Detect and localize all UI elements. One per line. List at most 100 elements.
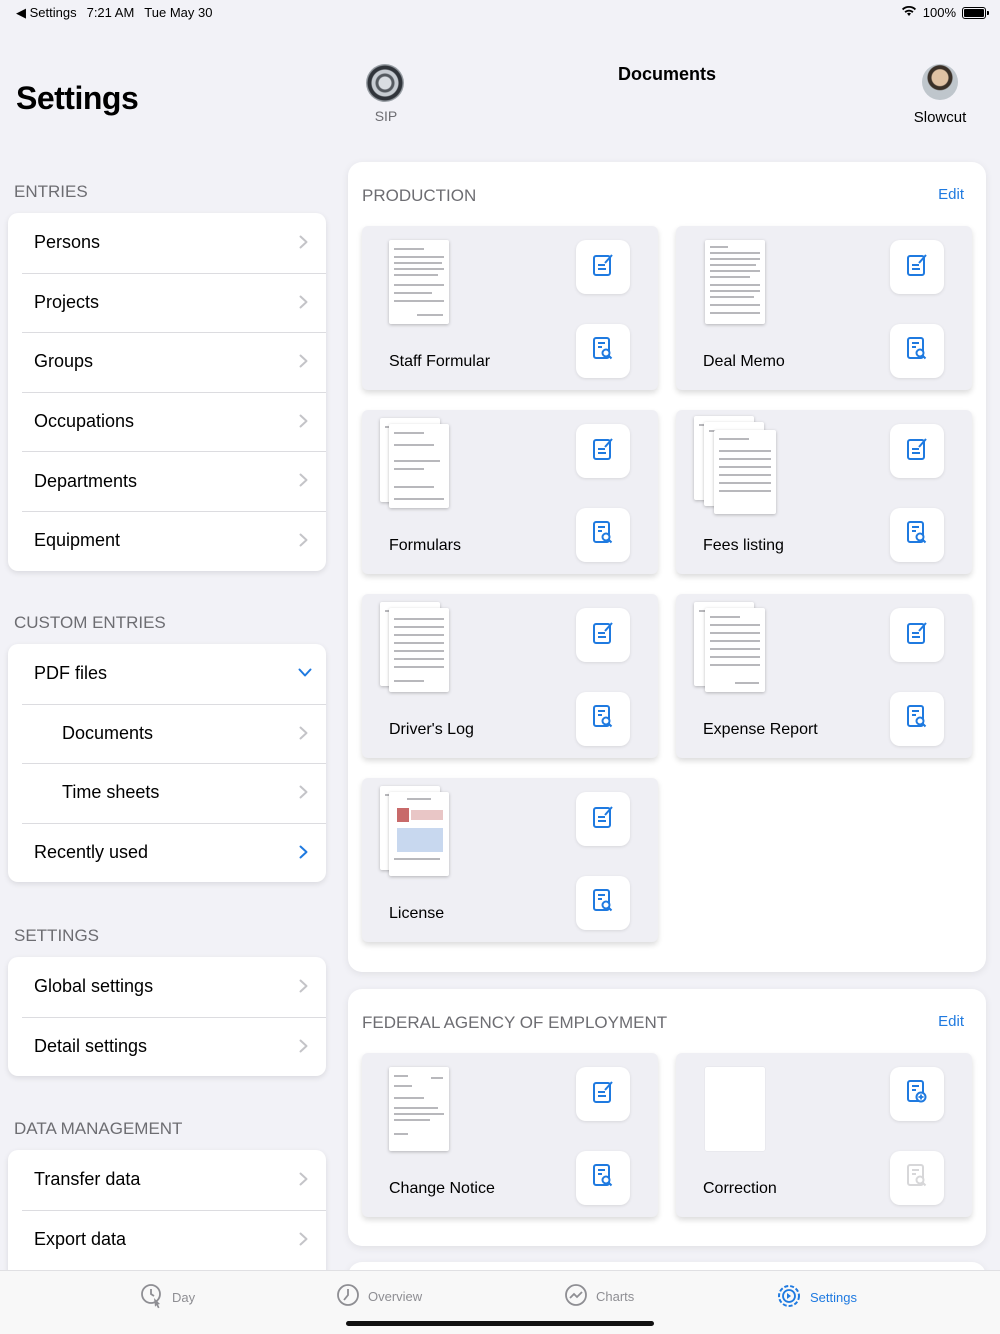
edit-document-button[interactable] <box>890 240 944 294</box>
tab-day[interactable]: Day <box>140 1283 195 1312</box>
sidebar-item-label: Persons <box>34 232 101 253</box>
edit-document-button[interactable] <box>576 424 630 478</box>
sidebar-item-detail-settings[interactable]: Detail settings <box>8 1016 326 1077</box>
edit-button[interactable]: Edit <box>938 186 964 203</box>
document-tile-formulars[interactable]: Formulars <box>362 410 658 574</box>
settings-group: Global settings Detail settings <box>8 957 326 1077</box>
edit-button[interactable]: Edit <box>938 1013 964 1030</box>
preview-document-button[interactable] <box>890 692 944 746</box>
sidebar-item-documents[interactable]: Documents <box>8 703 326 764</box>
document-tile-correction[interactable]: Correction <box>676 1053 972 1217</box>
preview-document-button[interactable] <box>576 324 630 378</box>
wifi-icon <box>901 5 917 20</box>
chevron-right-icon <box>299 235 308 249</box>
day-clock-icon <box>140 1283 164 1312</box>
chevron-down-icon <box>298 668 312 677</box>
document-tile-name: Change Notice <box>389 1180 495 1197</box>
overview-clock-icon <box>336 1283 360 1310</box>
edit-document-button[interactable] <box>890 424 944 478</box>
add-document-button[interactable] <box>890 1067 944 1121</box>
sidebar-item-transfer-data[interactable]: Transfer data <box>8 1150 326 1210</box>
chevron-right-icon <box>299 785 308 799</box>
document-tile-name: Deal Memo <box>703 353 785 370</box>
preview-document-icon <box>905 1163 929 1194</box>
preview-document-icon <box>591 888 615 919</box>
tab-settings[interactable]: Settings <box>776 1283 857 1312</box>
sidebar-item-time-sheets[interactable]: Time sheets <box>8 763 326 823</box>
tab-label: Settings <box>810 1290 857 1305</box>
settings-gear-icon <box>776 1283 802 1312</box>
document-tile-name: Expense Report <box>703 721 818 738</box>
tab-overview[interactable]: Overview <box>336 1283 422 1310</box>
preview-document-icon <box>591 520 615 551</box>
document-tile-name: Correction <box>703 1180 777 1197</box>
federal-agency-panel: FEDERAL AGENCY OF EMPLOYMENT Edit Change… <box>348 989 986 1246</box>
sip-logo-icon <box>366 64 404 102</box>
sidebar-item-label: Equipment <box>34 530 121 551</box>
sidebar-item-recently-used[interactable]: Recently used <box>8 822 326 883</box>
edit-document-button[interactable] <box>576 240 630 294</box>
panel-title: PRODUCTION <box>362 186 477 205</box>
edit-document-button[interactable] <box>576 608 630 662</box>
document-thumbnail <box>378 602 456 696</box>
section-header-data-management: DATA MANAGEMENT <box>14 1119 183 1138</box>
preview-document-button[interactable] <box>890 508 944 562</box>
add-document-icon <box>905 1079 929 1110</box>
document-tile-staff-formular[interactable]: Staff Formular <box>362 226 658 390</box>
sidebar-item-global-settings[interactable]: Global settings <box>8 957 326 1017</box>
edit-document-icon <box>591 804 615 835</box>
user-profile-button[interactable]: Slowcut <box>908 64 972 126</box>
sidebar-item-departments[interactable]: Departments <box>8 451 326 511</box>
section-header-entries: ENTRIES <box>14 182 88 201</box>
sidebar-item-equipment[interactable]: Equipment <box>8 510 326 571</box>
sidebar-item-groups[interactable]: Groups <box>8 332 326 392</box>
home-indicator[interactable] <box>346 1321 654 1326</box>
edit-document-icon <box>591 436 615 467</box>
sidebar-item-export-data[interactable]: Export data <box>8 1209 326 1270</box>
back-to-app-link[interactable]: ◀ Settings <box>16 5 77 21</box>
sip-label: SIP <box>374 108 398 124</box>
document-tile-change-notice[interactable]: Change Notice <box>362 1053 658 1217</box>
document-tile-name: Fees listing <box>703 537 784 554</box>
sidebar-item-occupations[interactable]: Occupations <box>8 391 326 452</box>
sidebar-item-persons[interactable]: Persons <box>8 213 326 273</box>
preview-document-button[interactable] <box>576 1151 630 1205</box>
edit-document-button[interactable] <box>576 1067 630 1121</box>
tab-label: Charts <box>596 1289 635 1304</box>
sidebar-item-label: Export data <box>34 1228 127 1249</box>
tab-charts[interactable]: Charts <box>564 1283 634 1310</box>
document-tile-expense-report[interactable]: Expense Report <box>676 594 972 758</box>
sidebar-item-projects[interactable]: Projects <box>8 272 326 333</box>
production-panel: PRODUCTION Edit Staff Formular Deal Memo… <box>348 162 986 972</box>
edit-document-button[interactable] <box>890 608 944 662</box>
preview-document-button[interactable] <box>890 1151 944 1205</box>
status-time: 7:21 AM <box>86 5 135 20</box>
preview-document-button[interactable] <box>890 324 944 378</box>
entries-group: Persons Projects Groups Occupations Depa… <box>8 213 326 571</box>
chevron-right-icon <box>299 979 308 993</box>
document-tile-deal-memo[interactable]: Deal Memo <box>676 226 972 390</box>
edit-document-button[interactable] <box>576 792 630 846</box>
tab-label: Day <box>172 1290 196 1305</box>
battery-icon <box>962 6 989 19</box>
preview-document-button[interactable] <box>576 508 630 562</box>
preview-document-icon <box>905 520 929 551</box>
document-tile-name: Staff Formular <box>389 353 491 370</box>
sidebar-item-label: Recently used <box>34 842 149 863</box>
document-tile-drivers-log[interactable]: Driver's Log <box>362 594 658 758</box>
chevron-right-icon <box>299 1039 308 1053</box>
sidebar-item-label: Global settings <box>34 976 154 997</box>
document-tile-fees-listing[interactable]: Fees listing <box>676 410 972 574</box>
sidebar-title: Settings <box>16 80 139 116</box>
sip-button[interactable]: SIP <box>366 64 406 124</box>
edit-document-icon <box>591 1079 615 1110</box>
sidebar-item-pdf-files[interactable]: PDF files <box>8 644 326 704</box>
document-thumbnail <box>378 786 456 880</box>
document-tile-name: License <box>389 905 445 922</box>
preview-document-button[interactable] <box>576 692 630 746</box>
edit-document-icon <box>591 620 615 651</box>
preview-document-icon <box>591 704 615 735</box>
document-tile-license[interactable]: License <box>362 778 658 942</box>
sidebar-item-label: PDF files <box>34 663 108 684</box>
preview-document-button[interactable] <box>576 876 630 930</box>
